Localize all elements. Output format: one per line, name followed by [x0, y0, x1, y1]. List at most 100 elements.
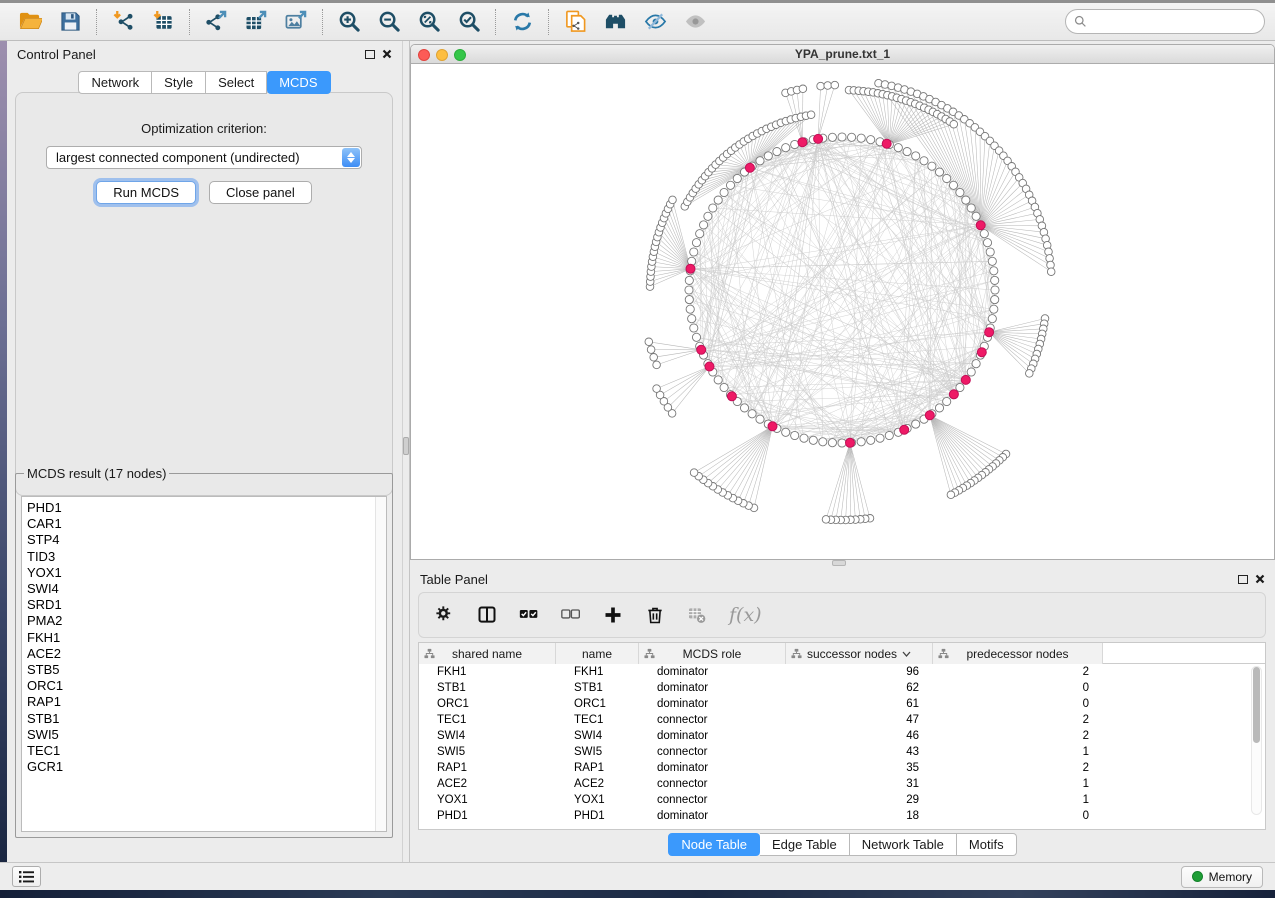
cell-shared-name: YOX1 [419, 794, 556, 806]
import-network-button[interactable] [103, 6, 143, 38]
zoom-selected-button[interactable] [449, 6, 489, 38]
table-row[interactable]: SWI5SWI5connector431 [419, 744, 1265, 760]
mcds-result-item[interactable]: GCR1 [27, 759, 386, 775]
tab-mcds[interactable]: MCDS [267, 71, 330, 94]
mcds-result-item[interactable]: TID3 [27, 549, 386, 565]
import-table-button[interactable] [143, 6, 183, 38]
table-row[interactable]: ACE2ACE2connector311 [419, 776, 1265, 792]
minimize-window-icon[interactable] [436, 49, 448, 61]
cell-name: PHD1 [556, 810, 639, 822]
mcds-result-item[interactable]: SWI5 [27, 727, 386, 743]
add-column-button[interactable] [603, 605, 623, 625]
refresh-layout-button[interactable] [502, 6, 542, 38]
tab-network-table[interactable]: Network Table [850, 833, 957, 856]
select-all-button[interactable] [519, 605, 539, 625]
column-type-icon [791, 648, 802, 659]
function-builder-icon: f(x) [729, 604, 762, 626]
column-header-MCDS-role[interactable]: MCDS role [639, 643, 786, 664]
table-settings-button[interactable] [435, 605, 455, 625]
cell-shared-name: ACE2 [419, 778, 556, 790]
cell-successor-nodes: 47 [786, 714, 933, 726]
mcds-result-item[interactable]: ACE2 [27, 646, 386, 662]
table-row[interactable]: TEC1TEC1connector472 [419, 712, 1265, 728]
mcds-list-scrollbar[interactable] [375, 497, 386, 831]
mcds-result-item[interactable]: STB5 [27, 662, 386, 678]
close-window-icon[interactable] [418, 49, 430, 61]
network-graph[interactable] [411, 64, 1274, 560]
export-image-button[interactable] [276, 6, 316, 38]
save-session-button[interactable] [50, 6, 90, 38]
cell-predecessor-nodes: 0 [933, 682, 1103, 694]
mcds-result-item[interactable]: RAP1 [27, 694, 386, 710]
tab-select[interactable]: Select [206, 71, 267, 94]
mcds-result-item[interactable]: YOX1 [27, 565, 386, 581]
memory-status-icon [1192, 871, 1203, 882]
clone-network-button[interactable] [555, 6, 595, 38]
float-panel-icon[interactable] [365, 50, 375, 59]
table-row[interactable]: PHD1PHD1dominator180 [419, 808, 1265, 824]
mcds-result-item[interactable]: FKH1 [27, 630, 386, 646]
cell-shared-name: STB1 [419, 682, 556, 694]
zoom-out-button[interactable] [369, 6, 409, 38]
open-file-button[interactable] [10, 6, 50, 38]
toggle-panes-button[interactable] [477, 605, 497, 625]
tab-style[interactable]: Style [152, 71, 206, 94]
mcds-result-item[interactable]: ORC1 [27, 678, 386, 694]
column-header-shared-name[interactable]: shared name [419, 643, 556, 664]
optimization-select[interactable]: largest connected component (undirected) [46, 146, 362, 169]
column-header-name[interactable]: name [556, 643, 639, 664]
column-header-predecessor-nodes[interactable]: predecessor nodes [933, 643, 1103, 664]
table-row[interactable]: ORC1ORC1dominator610 [419, 696, 1265, 712]
delete-column-button[interactable] [645, 605, 665, 625]
table-scrollbar[interactable] [1251, 666, 1262, 815]
zoom-in-button[interactable] [329, 6, 369, 38]
table-panel-header: Table Panel [410, 566, 1275, 592]
tab-node-table[interactable]: Node Table [668, 833, 760, 856]
hide-selected-button[interactable] [635, 6, 675, 38]
first-neighbors-button[interactable] [595, 6, 635, 38]
toolbar-separator [189, 9, 190, 35]
show-all-button [675, 6, 715, 38]
close-table-panel-icon[interactable] [1255, 574, 1265, 584]
deselect-all-icon [561, 605, 581, 625]
table-row[interactable]: SWI4SWI4dominator462 [419, 728, 1265, 744]
close-panel-icon[interactable] [382, 49, 392, 59]
close-panel-button[interactable]: Close panel [209, 181, 312, 204]
tab-network[interactable]: Network [78, 71, 152, 94]
table-scrollbar-thumb[interactable] [1253, 667, 1260, 743]
mcds-result-item[interactable]: STP4 [27, 532, 386, 548]
mcds-result-item[interactable]: PMA2 [27, 613, 386, 629]
network-canvas[interactable] [411, 64, 1274, 560]
clone-network-icon [564, 10, 587, 33]
mcds-result-item[interactable]: SWI4 [27, 581, 386, 597]
mcds-result-item[interactable]: STB1 [27, 711, 386, 727]
mcds-result-item[interactable]: TEC1 [27, 743, 386, 759]
mcds-result-item[interactable]: CAR1 [27, 516, 386, 532]
search-input[interactable] [1087, 14, 1256, 30]
zoom-fit-button[interactable] [409, 6, 449, 38]
deselect-all-button[interactable] [561, 605, 581, 625]
table-row[interactable]: STB1STB1dominator620 [419, 680, 1265, 696]
memory-button[interactable]: Memory [1181, 866, 1263, 888]
table-row[interactable]: YOX1YOX1connector291 [419, 792, 1265, 808]
run-mcds-button[interactable]: Run MCDS [96, 181, 196, 204]
tab-motifs[interactable]: Motifs [957, 833, 1017, 856]
panel-splitter[interactable] [402, 41, 410, 862]
mcds-result-item[interactable]: PHD1 [27, 500, 386, 516]
table-panel-title: Table Panel [420, 572, 488, 587]
export-table-button[interactable] [236, 6, 276, 38]
export-network-button[interactable] [196, 6, 236, 38]
table-row[interactable]: FKH1FKH1dominator962 [419, 664, 1265, 680]
cell-MCDS-role: connector [639, 778, 786, 790]
table-row[interactable]: RAP1RAP1dominator352 [419, 760, 1265, 776]
tab-edge-table[interactable]: Edge Table [760, 833, 850, 856]
optimization-label: Optimization criterion: [16, 121, 392, 136]
search-box[interactable] [1065, 9, 1265, 34]
maximize-window-icon[interactable] [454, 49, 466, 61]
save-session-icon [59, 10, 82, 33]
column-header-successor-nodes[interactable]: successor nodes [786, 643, 933, 664]
splitter-grip[interactable] [403, 437, 409, 455]
float-table-panel-icon[interactable] [1238, 575, 1248, 584]
task-history-button[interactable] [12, 866, 41, 887]
mcds-result-item[interactable]: SRD1 [27, 597, 386, 613]
